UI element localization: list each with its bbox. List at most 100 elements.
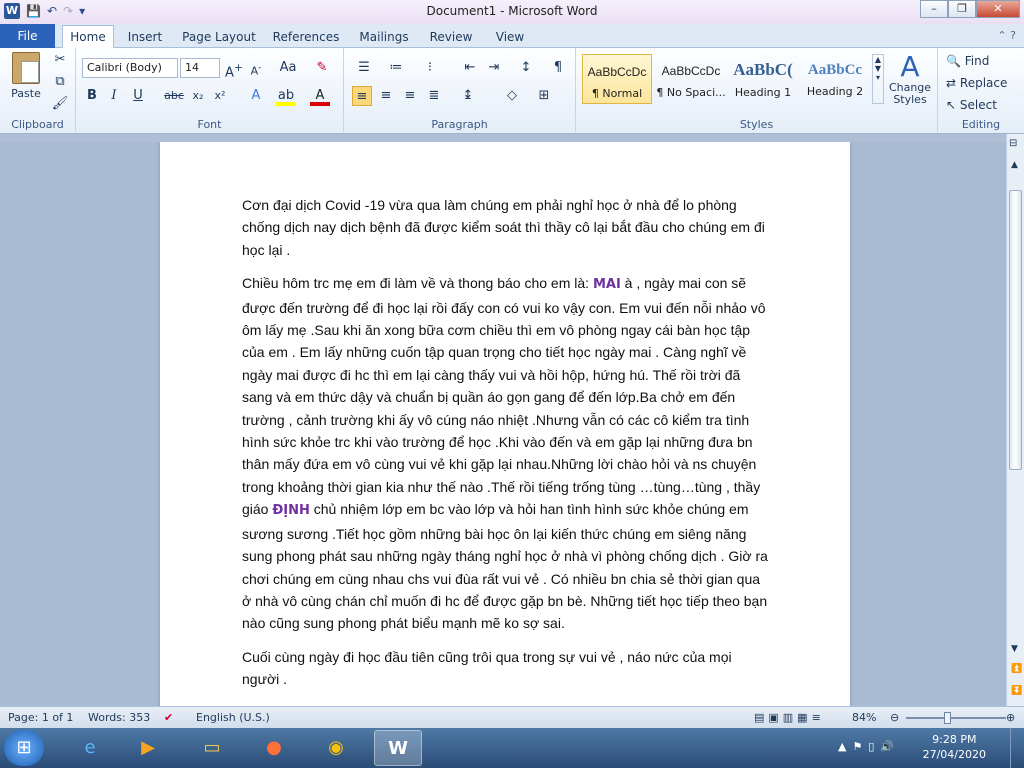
cut-icon[interactable]: ✂ — [50, 50, 70, 70]
numbering-icon[interactable]: ≔ — [386, 58, 406, 78]
tab-home[interactable]: Home — [62, 25, 114, 48]
subscript-icon[interactable]: x₂ — [188, 86, 208, 106]
multilevel-list-icon[interactable]: ⁝ — [420, 58, 440, 78]
format-painter-icon[interactable]: 🖌 — [50, 94, 70, 114]
chrome-icon[interactable]: ◉ — [312, 730, 360, 766]
paste-button[interactable]: Paste — [6, 52, 46, 100]
increase-indent-icon[interactable]: ⇥ — [484, 58, 504, 78]
font-family-select[interactable]: Calibri (Body) — [82, 58, 178, 78]
scroll-up-icon[interactable]: ▲ — [1011, 160, 1018, 170]
zoom-level[interactable]: 84% — [852, 711, 876, 724]
tray-icons[interactable]: ▲⚑▯🔊 — [838, 740, 900, 753]
strikethrough-icon[interactable]: abc — [164, 86, 184, 106]
select-icon: ↖ — [946, 98, 957, 112]
clock-time: 9:28 PM — [932, 733, 977, 746]
font-size-select[interactable]: 14 — [180, 58, 220, 78]
scroll-down-icon[interactable]: ▼ — [1011, 644, 1018, 654]
tab-references[interactable]: References — [270, 28, 342, 48]
restore-button[interactable]: ❐ — [948, 0, 976, 18]
paragraph-2-start: Chiều hôm trc mẹ em đi làm về và thong b… — [242, 275, 593, 292]
style-heading-2[interactable]: AaBbCc Heading 2 — [800, 54, 870, 104]
ruler-strip — [0, 134, 1024, 142]
select-button[interactable]: ↖ Select — [946, 98, 997, 112]
font-group: Calibri (Body) 14 A+ A- Aa ✎ B I U abc x… — [76, 48, 344, 132]
replace-icon: ⇄ — [946, 76, 957, 90]
shading-icon[interactable]: ◇ — [502, 86, 522, 106]
paragraph-3[interactable]: Cuối cùng ngày đi học đầu tiên cũng trôi… — [242, 646, 768, 691]
minimize-button[interactable]: – — [920, 0, 948, 18]
close-button[interactable]: ✕ — [976, 0, 1020, 18]
copy-icon[interactable]: ⧉ — [50, 72, 70, 92]
title-bar: W 💾 ↶ ↷ ▾ Document1 - Microsoft Word – ❐… — [0, 0, 1024, 24]
style-no-spacing[interactable]: AaBbCcDc ¶ No Spaci... — [656, 54, 726, 104]
shrink-font-icon[interactable]: A- — [246, 58, 266, 78]
word-mai: MAI — [592, 277, 621, 293]
align-left-icon[interactable]: ≡ — [352, 86, 372, 106]
styles-scroll-icon[interactable]: ▲ ▼ ▾ — [872, 54, 884, 104]
tab-view[interactable]: View — [488, 28, 532, 48]
highlight-icon[interactable]: ab — [276, 86, 296, 106]
ruler-toggle-icon[interactable]: ⊟ — [1009, 138, 1017, 149]
vertical-scrollbar[interactable]: ⊟ ▲ ▼ ⏫ ⏬ — [1006, 134, 1024, 706]
prev-page-icon[interactable]: ⏫ — [1011, 664, 1022, 674]
start-button[interactable]: ⊞ — [4, 730, 44, 766]
paragraph-1[interactable]: Cơn đại dịch Covid -19 vừa qua làm chúng… — [242, 194, 768, 261]
tab-mailings[interactable]: Mailings — [354, 28, 414, 48]
scroll-thumb[interactable] — [1009, 190, 1022, 470]
change-styles-label: Change Styles — [888, 81, 932, 106]
proofing-icon[interactable]: ✔ — [164, 711, 173, 724]
style-heading-1[interactable]: AaBbC( Heading 1 — [728, 54, 798, 104]
tab-review[interactable]: Review — [424, 28, 478, 48]
word-count[interactable]: Words: 353 — [88, 711, 150, 724]
next-page-icon[interactable]: ⏬ — [1011, 686, 1022, 696]
borders-icon[interactable]: ⊞ — [534, 86, 554, 106]
internet-explorer-icon[interactable]: e — [66, 730, 114, 766]
zoom-out-icon[interactable]: ⊖ — [890, 711, 899, 724]
sort-icon[interactable]: ↕ — [516, 58, 536, 78]
tab-file[interactable]: File — [0, 24, 55, 48]
document-page[interactable]: Cơn đại dịch Covid -19 vừa qua làm chúng… — [160, 142, 850, 706]
word-taskbar-icon[interactable]: W — [374, 730, 422, 766]
show-desktop-button[interactable] — [1010, 728, 1024, 768]
decrease-indent-icon[interactable]: ⇤ — [460, 58, 480, 78]
media-player-icon[interactable]: ▶ — [124, 730, 172, 766]
find-button[interactable]: 🔍 Find — [946, 54, 989, 68]
zoom-in-icon[interactable]: ⊕ — [1006, 711, 1015, 724]
change-styles-icon: A — [900, 50, 920, 83]
align-center-icon[interactable]: ≡ — [376, 86, 396, 106]
italic-icon[interactable]: I — [104, 86, 124, 106]
font-color-icon[interactable]: A — [310, 86, 330, 106]
find-icon: 🔍 — [946, 54, 961, 68]
tab-page-layout[interactable]: Page Layout — [180, 28, 258, 48]
language-indicator[interactable]: English (U.S.) — [196, 711, 270, 724]
taskbar: ⊞ e ▶ ▭ ● ◉ W ▲⚑▯🔊 9:28 PM 27/04/2020 — [0, 728, 1024, 768]
underline-icon[interactable]: U — [128, 86, 148, 106]
justify-icon[interactable]: ≣ — [424, 86, 444, 106]
paragraph-2-end: chủ nhiệm lớp em bc vào lớp và hỏi han t… — [242, 501, 768, 632]
clock[interactable]: 9:28 PM 27/04/2020 — [923, 732, 986, 762]
paragraph-2[interactable]: Chiều hôm trc mẹ em đi làm về và thong b… — [242, 272, 768, 635]
help-icon[interactable]: ⌃ ? — [997, 29, 1016, 42]
bold-icon[interactable]: B — [82, 86, 102, 106]
change-case-icon[interactable]: Aa — [278, 58, 298, 78]
grow-font-icon[interactable]: A+ — [224, 58, 244, 80]
align-right-icon[interactable]: ≡ — [400, 86, 420, 106]
file-explorer-icon[interactable]: ▭ — [188, 730, 236, 766]
tab-insert[interactable]: Insert — [122, 28, 168, 48]
clear-formatting-icon[interactable]: ✎ — [312, 58, 332, 78]
firefox-icon[interactable]: ● — [250, 730, 298, 766]
change-styles-button[interactable]: A Change Styles — [886, 52, 934, 106]
zoom-slider[interactable] — [906, 712, 1006, 724]
text-effects-icon[interactable]: A — [246, 86, 266, 106]
bullets-icon[interactable]: ☰ — [354, 58, 374, 78]
view-buttons-icon[interactable]: ▤▣▥▦≡ — [754, 711, 825, 724]
show-marks-icon[interactable]: ¶ — [548, 58, 568, 78]
line-spacing-icon[interactable]: ↨ — [458, 86, 478, 106]
style-normal[interactable]: AaBbCcDc ¶ Normal — [582, 54, 652, 104]
replace-button[interactable]: ⇄ Replace — [946, 76, 1007, 90]
zoom-slider-thumb[interactable] — [944, 712, 951, 724]
style-heading-2-name: Heading 2 — [806, 85, 864, 98]
document-body[interactable]: Cơn đại dịch Covid -19 vừa qua làm chúng… — [242, 194, 768, 702]
page-count[interactable]: Page: 1 of 1 — [8, 711, 73, 724]
superscript-icon[interactable]: x² — [210, 86, 230, 106]
